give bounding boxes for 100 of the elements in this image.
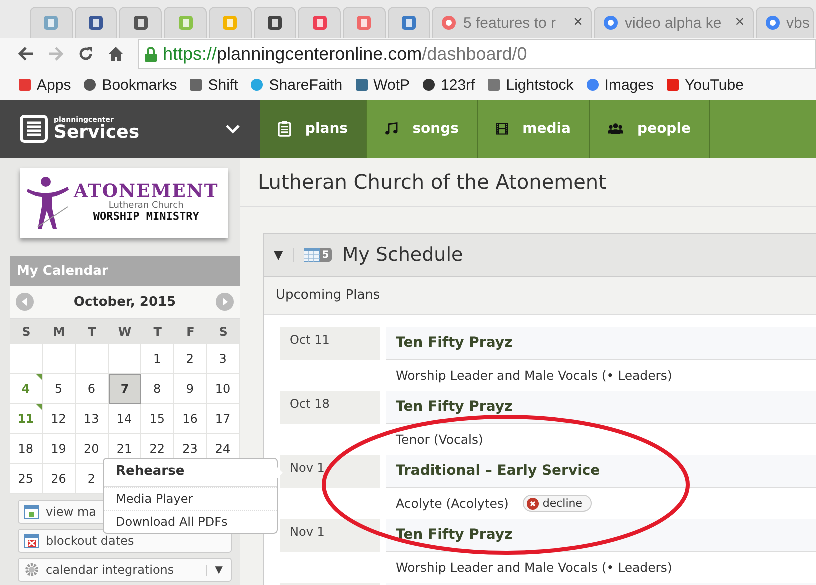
bookmark-icon: [189, 78, 204, 92]
close-icon[interactable]: ×: [735, 14, 745, 32]
bookmark-icon: [18, 78, 32, 92]
bookmark-icon: [354, 78, 369, 92]
tab-title: video alpha ke: [625, 14, 723, 32]
calendar-day[interactable]: 1: [141, 344, 174, 374]
document-icon: [20, 115, 48, 143]
panel-title: My Schedule: [342, 244, 464, 266]
bookmark[interactable]: Bookmarks: [83, 76, 178, 94]
weekday-label: T: [141, 319, 174, 344]
site-icon: [178, 15, 194, 31]
site-icon: [356, 15, 372, 31]
calendar-day[interactable]: 4: [10, 374, 43, 404]
reload-icon[interactable]: [78, 46, 94, 62]
plan-date: Nov 1: [280, 455, 380, 488]
site-icon: [43, 15, 60, 31]
role-text: Acolyte (Acolytes): [396, 496, 509, 511]
calendar-day[interactable]: 7: [108, 374, 142, 404]
browser-tab[interactable]: video alpha ke ×: [594, 7, 754, 38]
nav-tab[interactable]: plans: [260, 100, 367, 158]
site-icon: [401, 15, 418, 31]
browser-tab[interactable]: 5 features to r ×: [432, 7, 592, 38]
calendar-day[interactable]: 26: [42, 464, 76, 494]
browser-tab[interactable]: [254, 7, 296, 38]
calendar-day[interactable]: 25: [10, 464, 43, 494]
plan-title[interactable]: Traditional – Early Service: [386, 455, 816, 488]
weekday-label: T: [76, 319, 109, 344]
calendar-day[interactable]: 3: [207, 344, 240, 374]
menu-item[interactable]: Rehearse: [104, 459, 277, 487]
bookmark[interactable]: Shift: [189, 76, 238, 94]
weekday-label: S: [207, 319, 240, 344]
home-icon[interactable]: [108, 46, 124, 62]
menu-item[interactable]: Media Player: [104, 487, 277, 510]
bookmark[interactable]: WotP: [354, 76, 410, 94]
decline-button[interactable]: decline: [522, 495, 592, 512]
calendar-day[interactable]: 15: [141, 404, 174, 434]
site-icon: [266, 15, 283, 31]
calendar-day[interactable]: 9: [174, 374, 208, 404]
back-icon[interactable]: [18, 47, 34, 61]
calendar-day[interactable]: 18: [10, 434, 43, 464]
site-icon: [132, 15, 149, 31]
role-text: Worship Leader and Male Vocals (• Leaders): [396, 368, 672, 383]
weekday-label: S: [10, 319, 43, 344]
calendar-day[interactable]: 2: [174, 344, 208, 374]
bookmark[interactable]: YouTube: [666, 76, 744, 94]
bookmark[interactable]: ShareFaith: [250, 76, 343, 94]
bookmark-icon: [250, 78, 264, 92]
calendar-day[interactable]: 16: [174, 404, 208, 434]
plan-date: Nov 1: [280, 519, 380, 552]
calendar-day[interactable]: 12: [42, 404, 76, 434]
calendar-count-badge: 5: [304, 248, 332, 262]
calendar-header: My Calendar: [10, 256, 240, 286]
address-field[interactable]: https://planningcenteronline.com/dashboard/0: [138, 39, 816, 69]
browser-tab[interactable]: [388, 7, 430, 38]
plan-title[interactable]: Ten Fifty Prayz: [386, 391, 816, 424]
browser-tab[interactable]: [74, 7, 118, 38]
role-text: Tenor (Vocals): [396, 432, 484, 447]
calendar-day[interactable]: 5: [42, 374, 76, 404]
bookmark[interactable]: Lightstock: [487, 76, 574, 94]
browser-tab[interactable]: [119, 7, 162, 38]
tab-title: 5 features to r: [463, 14, 558, 32]
plan-title[interactable]: Ten Fifty Prayz: [386, 327, 816, 360]
month-title: October, 2015: [74, 294, 176, 310]
calendar-day[interactable]: 11: [10, 404, 43, 434]
weekday-label: M: [42, 319, 76, 344]
bookmark[interactable]: Images: [586, 76, 654, 94]
calendar-day[interactable]: 10: [207, 374, 240, 404]
lock-icon: [145, 46, 157, 62]
bookmark-icon: [422, 78, 436, 92]
site-icon: [441, 15, 458, 31]
tab-title: vbs: [786, 14, 811, 32]
role-text: Worship Leader and Male Vocals (• Leaders): [396, 560, 672, 575]
bookmark[interactable]: 123rf: [422, 76, 476, 94]
next-icon[interactable]: [216, 293, 234, 311]
gear-icon: [24, 562, 40, 578]
plan-title[interactable]: Ten Fifty Prayz: [386, 519, 816, 552]
plan-date: Oct 11: [280, 327, 380, 360]
site-icon: [312, 15, 328, 31]
bookmark[interactable]: Apps: [18, 76, 72, 94]
site-icon: [764, 15, 781, 31]
figure-icon: [26, 175, 70, 231]
menu-item[interactable]: Download All PDFs: [104, 510, 277, 533]
site-icon: [603, 15, 619, 31]
previous-icon[interactable]: [16, 293, 34, 311]
sidebar-button[interactable]: calendar integrations ▼: [18, 558, 232, 582]
weekday-label: F: [174, 319, 208, 344]
close-icon: [526, 498, 539, 510]
calendar-day[interactable]: 19: [42, 434, 76, 464]
calendar-day[interactable]: 14: [108, 404, 142, 434]
calendar-day[interactable]: 17: [207, 404, 240, 434]
calendar-day[interactable]: 13: [76, 404, 109, 434]
bookmark-icon: [83, 78, 98, 92]
site-icon: [222, 15, 238, 31]
close-icon[interactable]: ×: [574, 14, 583, 32]
chevron-down-icon[interactable]: [226, 124, 240, 134]
brand-name: Services: [54, 124, 140, 142]
bookmark-icon: [586, 78, 600, 92]
calendar-day[interactable]: 8: [141, 374, 174, 404]
collapse-toggle[interactable]: ▼: [274, 248, 294, 262]
calendar-icon: [24, 504, 40, 520]
